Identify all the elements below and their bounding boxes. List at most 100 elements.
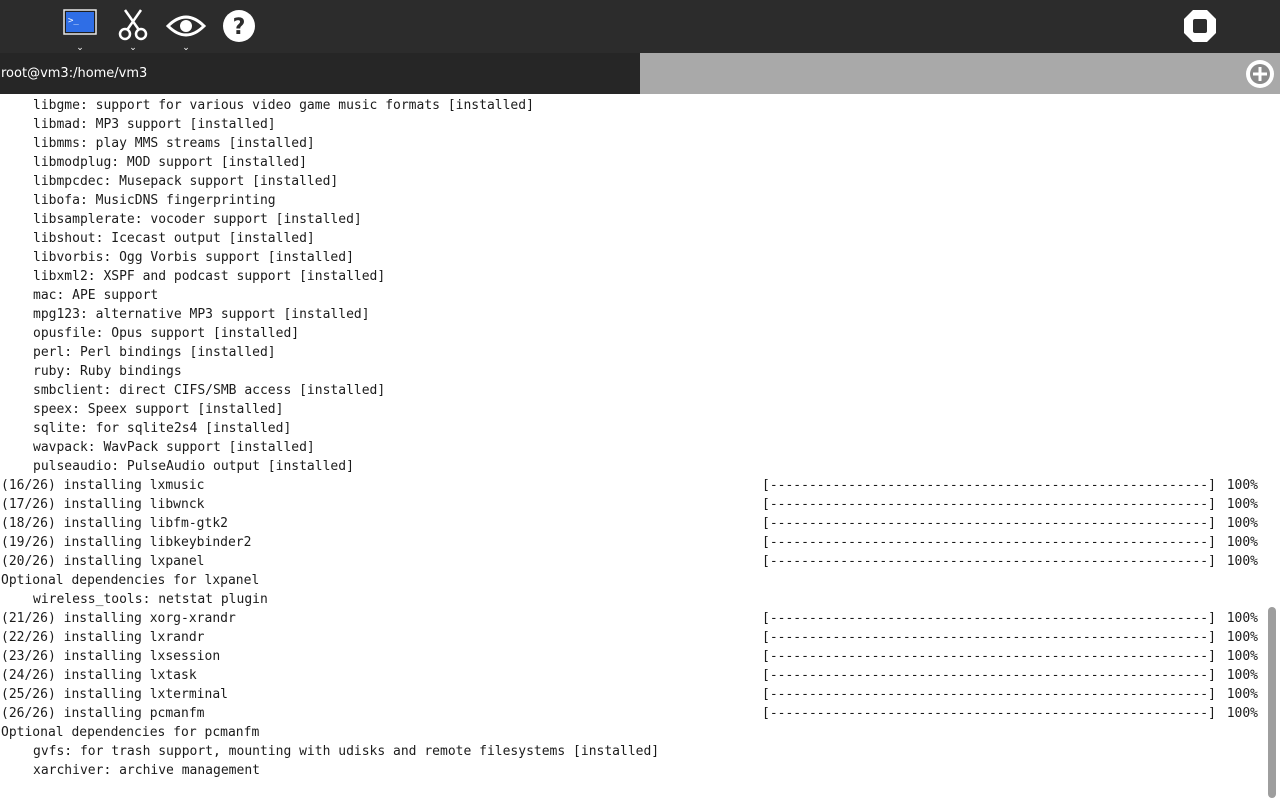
- terminal-line: libshout: Icecast output [installed]: [1, 229, 315, 248]
- terminal-line: libmms: play MMS streams [installed]: [1, 134, 315, 153]
- terminal-line-text: (23/26) installing lxsession: [1, 649, 221, 664]
- terminal-line-text: (17/26) installing libwnck: [1, 497, 205, 512]
- terminal-line: perl: Perl bindings [installed]: [1, 343, 276, 362]
- scrollbar-thumb[interactable]: [1268, 607, 1276, 798]
- terminal-line-text: (26/26) installing pcmanfm: [1, 706, 205, 721]
- terminal-line: (25/26) installing lxterminal: [1, 685, 228, 704]
- terminal-line: smbclient: direct CIFS/SMB access [insta…: [1, 381, 385, 400]
- terminal-line: pulseaudio: PulseAudio output [installed…: [1, 457, 354, 476]
- progress-percent: 100%: [1226, 516, 1258, 531]
- help-button[interactable]: ?: [222, 6, 256, 50]
- tab-terminal-session[interactable]: root@vm3:/home/vm3: [0, 53, 640, 94]
- terminal-line-text: libmpcdec: Musepack support [installed]: [33, 174, 339, 189]
- terminal-line-text: gvfs: for trash support, mounting with u…: [33, 744, 660, 759]
- tab-bar: root@vm3:/home/vm3: [0, 53, 1280, 94]
- new-tab-button[interactable]: [1244, 58, 1276, 90]
- plus-circle-icon: [1246, 60, 1274, 88]
- terminal-line: xarchiver: archive management: [1, 761, 260, 780]
- stop-icon: [1184, 10, 1216, 42]
- terminal-line-text: libsamplerate: vocoder support [installe…: [33, 212, 362, 227]
- terminal-line-text: libgme: support for various video game m…: [33, 98, 534, 113]
- chevron-down-icon[interactable]: ⌄: [182, 44, 190, 53]
- progress-percent: 100%: [1226, 630, 1258, 645]
- scrollbar[interactable]: [1265, 94, 1280, 800]
- terminal-line: libmodplug: MOD support [installed]: [1, 153, 307, 172]
- terminal-line-text: (19/26) installing libkeybinder2: [1, 535, 252, 550]
- terminal-icon: >_: [63, 9, 97, 35]
- terminal-line: libgme: support for various video game m…: [1, 96, 534, 115]
- terminal-line-text: libxml2: XSPF and podcast support [insta…: [33, 269, 386, 284]
- terminal-line: libmpcdec: Musepack support [installed]: [1, 172, 338, 191]
- terminal-line-text: libmms: play MMS streams [installed]: [33, 136, 315, 151]
- terminal-line-text: speex: Speex support [installed]: [33, 402, 284, 417]
- stop-button[interactable]: [1182, 6, 1218, 50]
- terminal-line-text: (21/26) installing xorg-xrandr: [1, 611, 236, 626]
- svg-text:>_: >_: [68, 16, 79, 26]
- cut-button[interactable]: ⌄: [116, 6, 150, 53]
- progress-bar: [---------------------------------------…: [762, 516, 1216, 531]
- progress-bar: [---------------------------------------…: [762, 706, 1216, 721]
- progress-bar: [---------------------------------------…: [762, 478, 1216, 493]
- terminal-line-text: (20/26) installing lxpanel: [1, 554, 205, 569]
- terminal-line: wavpack: WavPack support [installed]: [1, 438, 315, 457]
- terminal-line: mac: APE support: [1, 286, 158, 305]
- chevron-down-icon[interactable]: ⌄: [76, 44, 84, 53]
- terminal-line: opusfile: Opus support [installed]: [1, 324, 299, 343]
- terminal-line-text: mac: APE support: [33, 288, 159, 303]
- terminal-line-text: Optional dependencies for pcmanfm: [1, 725, 260, 740]
- terminal-line: (16/26) installing lxmusic: [1, 476, 205, 495]
- terminal-line-text: libvorbis: Ogg Vorbis support [installed…: [33, 250, 354, 265]
- terminal-line-text: (24/26) installing lxtask: [1, 668, 197, 683]
- terminal-line-text: (25/26) installing lxterminal: [1, 687, 228, 702]
- view-button[interactable]: ⌄: [165, 6, 207, 53]
- chevron-down-icon[interactable]: ⌄: [129, 44, 137, 53]
- terminal-line: (26/26) installing pcmanfm: [1, 704, 205, 723]
- terminal-line-text: ruby: Ruby bindings: [33, 364, 182, 379]
- terminal-line-text: pulseaudio: PulseAudio output [installed…: [33, 459, 354, 474]
- terminal-line-text: (22/26) installing lxrandr: [1, 630, 205, 645]
- progress-bar: [---------------------------------------…: [762, 497, 1216, 512]
- terminal-line: (17/26) installing libwnck: [1, 495, 205, 514]
- svg-text:?: ?: [233, 15, 246, 40]
- terminal-output[interactable]: libgme: support for various video game m…: [0, 94, 1265, 800]
- terminal-line-text: (18/26) installing libfm-gtk2: [1, 516, 228, 531]
- terminal-line: libvorbis: Ogg Vorbis support [installed…: [1, 248, 354, 267]
- terminal-line-text: libmodplug: MOD support [installed]: [33, 155, 307, 170]
- terminal-line: (23/26) installing lxsession: [1, 647, 220, 666]
- progress-percent: 100%: [1226, 649, 1258, 664]
- progress-bar: [---------------------------------------…: [762, 611, 1216, 626]
- terminal-line-text: perl: Perl bindings [installed]: [33, 345, 276, 360]
- terminal-line: libsamplerate: vocoder support [installe…: [1, 210, 362, 229]
- progress-bar: [---------------------------------------…: [762, 649, 1216, 664]
- progress-bar: [---------------------------------------…: [762, 630, 1216, 645]
- terminal-line: wireless_tools: netstat plugin: [1, 590, 268, 609]
- progress-percent: 100%: [1226, 554, 1258, 569]
- terminal-line: libmad: MP3 support [installed]: [1, 115, 276, 134]
- progress-percent: 100%: [1226, 535, 1258, 550]
- terminal-line-text: opusfile: Opus support [installed]: [33, 326, 300, 341]
- terminal-line-text: wireless_tools: netstat plugin: [33, 592, 268, 607]
- terminal-line-text: libshout: Icecast output [installed]: [33, 231, 315, 246]
- terminal-line: (21/26) installing xorg-xrandr: [1, 609, 236, 628]
- terminal-line: (20/26) installing lxpanel: [1, 552, 205, 571]
- terminal-line: Optional dependencies for lxpanel: [1, 571, 259, 590]
- progress-bar: [---------------------------------------…: [762, 668, 1216, 683]
- scissors-icon: [118, 9, 148, 41]
- progress-percent: 100%: [1226, 478, 1258, 493]
- terminal-line: sqlite: for sqlite2s4 [installed]: [1, 419, 291, 438]
- progress-percent: 100%: [1226, 611, 1258, 626]
- progress-bar: [---------------------------------------…: [762, 535, 1216, 550]
- terminal-line: (18/26) installing libfm-gtk2: [1, 514, 228, 533]
- eye-icon: [165, 15, 207, 37]
- progress-bar: [---------------------------------------…: [762, 687, 1216, 702]
- terminal-line: mpg123: alternative MP3 support [install…: [1, 305, 370, 324]
- terminal-line-text: libofa: MusicDNS fingerprinting: [33, 193, 276, 208]
- terminal-line-text: Optional dependencies for lxpanel: [1, 573, 260, 588]
- terminal-line-text: wavpack: WavPack support [installed]: [33, 440, 315, 455]
- terminal-line: (24/26) installing lxtask: [1, 666, 197, 685]
- terminal-button[interactable]: >_ ⌄: [62, 6, 98, 53]
- progress-percent: 100%: [1226, 706, 1258, 721]
- terminal-line: Optional dependencies for pcmanfm: [1, 723, 259, 742]
- progress-percent: 100%: [1226, 668, 1258, 683]
- terminal-line: speex: Speex support [installed]: [1, 400, 283, 419]
